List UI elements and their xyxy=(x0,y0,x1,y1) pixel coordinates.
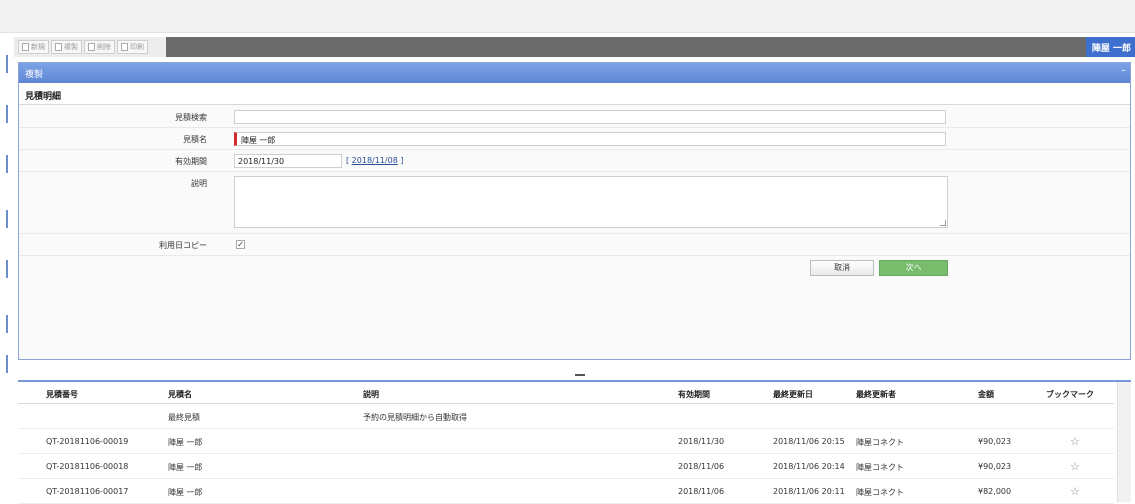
delete-icon xyxy=(88,43,95,51)
print-icon xyxy=(121,43,128,51)
valid-period-row: 有効期間 2018/11/30 [ 2018/11/08 ] xyxy=(19,150,1130,172)
panel-title-bar: 複製 – xyxy=(19,63,1130,83)
button-row: 取消 次へ xyxy=(19,256,1130,280)
column-header-description[interactable]: 説明 xyxy=(363,389,379,400)
description-row: 説明 xyxy=(19,172,1130,234)
name-label: 見積名 xyxy=(183,135,207,144)
valid-period-label: 有効期間 xyxy=(175,157,207,166)
toolbar: 新規 複製 削除 印刷 陣屋 一郎 xyxy=(14,37,1135,57)
copy-icon xyxy=(55,43,62,51)
column-header-valid-period[interactable]: 有効期間 xyxy=(678,389,710,400)
column-header-quote-no[interactable]: 見積番号 xyxy=(46,389,78,400)
list-header: 見積番号 見積名 説明 有効期間 最終更新日 最終更新者 金額 ブックマーク xyxy=(18,382,1114,404)
copy-date-label: 利用日コピー xyxy=(159,241,207,250)
left-edge-markers xyxy=(6,55,9,375)
quote-search-input[interactable] xyxy=(234,110,946,124)
column-header-updated[interactable]: 最終更新日 xyxy=(773,389,813,400)
list-scrollbar[interactable] xyxy=(1117,382,1131,502)
delete-button[interactable]: 削除 xyxy=(84,40,115,54)
user-name-link[interactable]: 陣屋 一郎 xyxy=(1085,37,1135,57)
copy-button[interactable]: 複製 xyxy=(51,40,82,54)
column-header-updater[interactable]: 最終更新者 xyxy=(856,389,896,400)
copy-dialog-panel: 複製 – 見積明細 見積検索 見積名 陣屋 一郎 有効期間 2018/11/30… xyxy=(18,62,1131,360)
quote-list: 見積番号 見積名 説明 有効期間 最終更新日 最終更新者 金額 ブックマーク 最… xyxy=(18,380,1131,504)
table-row[interactable]: 最終見積 予約の見積明細から自動取得 xyxy=(18,405,1114,429)
bookmark-star-icon[interactable]: ☆ xyxy=(1070,460,1080,473)
search-row: 見積検索 xyxy=(19,106,1130,128)
new-button[interactable]: 新規 xyxy=(18,40,49,54)
description-textarea[interactable] xyxy=(234,176,948,228)
search-label: 見積検索 xyxy=(175,113,207,122)
table-row[interactable]: QT-20181106-00018 陣屋 一郎 2018/11/06 2018/… xyxy=(18,455,1114,479)
next-button[interactable]: 次へ xyxy=(879,260,948,276)
column-header-name[interactable]: 見積名 xyxy=(168,389,192,400)
print-button[interactable]: 印刷 xyxy=(117,40,148,54)
section-title: 見積明細 xyxy=(19,83,1130,105)
bookmark-star-icon[interactable]: ☆ xyxy=(1070,435,1080,448)
resize-handle-icon[interactable] xyxy=(940,220,946,226)
table-row[interactable]: QT-20181106-00017 陣屋 一郎 2018/11/06 2018/… xyxy=(18,480,1114,504)
valid-period-reference-link[interactable]: 2018/11/08 xyxy=(352,156,398,165)
toolbar-button-group: 新規 複製 削除 印刷 xyxy=(14,37,166,57)
quote-name-input[interactable]: 陣屋 一郎 xyxy=(234,132,946,146)
cancel-button[interactable]: 取消 xyxy=(810,260,874,276)
valid-period-reference: [ 2018/11/08 ] xyxy=(346,156,404,165)
panel-title: 複製 xyxy=(25,70,44,80)
valid-period-input[interactable]: 2018/11/30 xyxy=(234,154,342,168)
minimize-icon[interactable]: – xyxy=(1121,65,1126,76)
pane-splitter-handle[interactable] xyxy=(575,374,585,376)
new-doc-icon xyxy=(22,43,29,51)
bookmark-star-icon[interactable]: ☆ xyxy=(1070,485,1080,498)
name-row: 見積名 陣屋 一郎 xyxy=(19,128,1130,150)
copy-date-checkbox[interactable]: ✓ xyxy=(236,240,245,249)
column-header-bookmark[interactable]: ブックマーク xyxy=(1046,389,1094,400)
browser-top-strip xyxy=(0,0,1135,33)
description-label: 説明 xyxy=(191,179,207,188)
column-header-amount[interactable]: 金額 xyxy=(978,389,994,400)
table-row[interactable]: QT-20181106-00019 陣屋 一郎 2018/11/30 2018/… xyxy=(18,430,1114,454)
copy-date-row: 利用日コピー ✓ xyxy=(19,234,1130,256)
